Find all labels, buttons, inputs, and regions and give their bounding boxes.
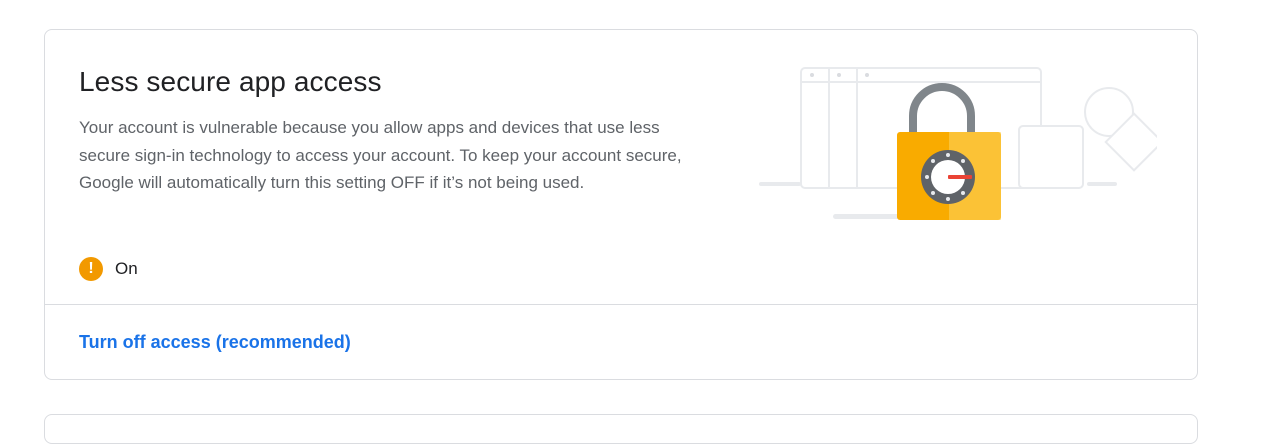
unlocked-padlock-icon xyxy=(759,67,1157,220)
access-status: ! On xyxy=(79,256,138,282)
card-divider xyxy=(45,304,1197,305)
turn-off-access-link[interactable]: Turn off access (recommended) xyxy=(79,330,351,355)
next-card xyxy=(44,414,1198,444)
less-secure-app-access-card: Less secure app access Your account is v… xyxy=(44,29,1198,380)
card-title: Less secure app access xyxy=(79,66,382,97)
warning-icon: ! xyxy=(79,257,103,281)
card-description: Your account is vulnerable because you a… xyxy=(79,118,682,192)
status-label: On xyxy=(115,259,138,278)
